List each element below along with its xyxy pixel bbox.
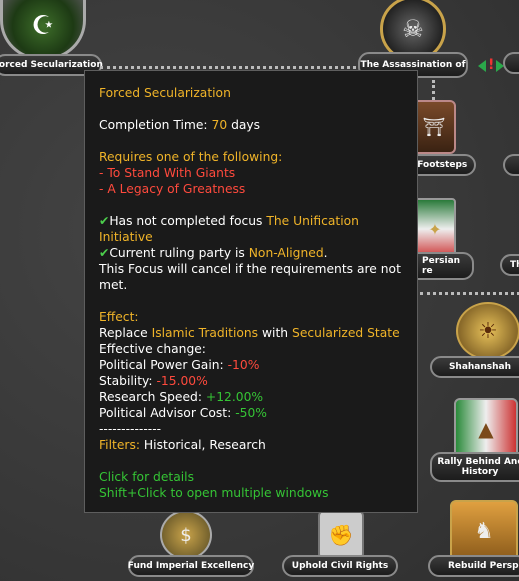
raised-fist-icon: ✊ <box>318 510 364 560</box>
modifier-row: Research Speed: +12.00% <box>99 389 403 405</box>
rebuild-label: Rebuild Perspo <box>428 555 519 577</box>
condition-not-completed: ✔Has not completed focus The Unification… <box>99 213 403 245</box>
requires-item: - A Legacy of Greatness <box>99 182 246 196</box>
focus-connector <box>100 66 380 69</box>
modifier-value: -50% <box>235 406 267 420</box>
exclusive-arrow-left-icon <box>478 60 486 72</box>
cancel-note: This Focus will cancel if the requiremen… <box>99 262 401 292</box>
persian-label-line2: re <box>422 266 433 276</box>
th-partial-text: Th <box>510 260 519 270</box>
effective-change: Effective change: <box>99 342 206 356</box>
right-edge-focus-label <box>503 52 519 74</box>
condition2-text: Current ruling party is <box>109 246 249 260</box>
modifier-value: -15.00% <box>156 374 208 388</box>
assassination-label-line1: The Assassination of <box>360 60 466 70</box>
requires-heading: Requires one of the following: <box>99 150 283 164</box>
persian-banner-icon: ✦ <box>414 198 456 260</box>
lamassu-statue-icon: ♞ <box>450 500 518 562</box>
modifier-row: Stability: -15.00% <box>99 373 403 389</box>
checkmark-icon: ✔ <box>99 246 110 260</box>
forced-secularization-icon: ☪ <box>0 0 86 60</box>
requires-item: - To Stand With Giants <box>99 166 236 180</box>
shrine-icon: ⛩ <box>412 100 456 154</box>
filters-value: Historical, Research <box>140 438 266 452</box>
right-edge-focus-label-2 <box>503 154 519 176</box>
shahanshah-label: Shahanshah <box>430 356 519 378</box>
completion-time-label: Completion Time: <box>99 118 212 132</box>
exclusive-mark-icon: ! <box>488 57 495 73</box>
condition-ruling-party: ✔Current ruling party is Non-Aligned. <box>99 245 403 261</box>
separator: -------------- <box>99 422 162 436</box>
modifier-row: Political Power Gain: -10% <box>99 357 403 373</box>
completion-time: Completion Time: 70 days <box>99 117 403 133</box>
effect-heading: Effect: <box>99 310 139 324</box>
condition2-party: Non-Aligned <box>248 246 324 260</box>
replace-from: Islamic Traditions <box>151 326 259 340</box>
modifier-value: +12.00% <box>205 390 264 404</box>
tooltip-title: Forced Secularization <box>99 86 231 100</box>
modifier-label: Research Speed: <box>99 390 206 404</box>
money-pile-icon: $ <box>160 510 212 560</box>
replace-effect: Replace Islamic Traditions with Seculari… <box>99 325 403 341</box>
lion-sun-emblem-icon: ☀ <box>456 302 519 360</box>
filters-label: Filters: <box>99 438 141 452</box>
modifier-value: -10% <box>227 358 260 372</box>
modifier-label: Stability: <box>99 374 157 388</box>
completion-time-value: 70 <box>211 118 228 132</box>
completion-time-unit: days <box>227 118 261 132</box>
hint-shift-click: Shift+Click to open multiple windows <box>99 486 329 500</box>
replace-mid: with <box>258 326 293 340</box>
section-divider <box>420 292 519 295</box>
uphold-label: Uphold Civil Rights <box>282 555 398 577</box>
modifier-row: Political Advisor Cost: -50% <box>99 405 403 421</box>
hint-click-details: Click for details <box>99 470 194 484</box>
fund-label: Fund Imperial Excellency <box>128 555 254 577</box>
modifier-label: Political Power Gain: <box>99 358 228 372</box>
flag-monument-icon: ▲ <box>454 398 518 460</box>
filters: Filters: Historical, Research <box>99 437 403 453</box>
focus-tooltip: Forced Secularization Completion Time: 7… <box>84 70 418 513</box>
rally-label-line1: Rally Behind Anc <box>437 457 519 467</box>
condition2-suffix: . <box>323 246 328 260</box>
replace-prefix: Replace <box>99 326 152 340</box>
replace-to: Secularized State <box>292 326 400 340</box>
condition1-text: Has not completed focus <box>109 214 267 228</box>
rally-label: Rally Behind Anc History <box>430 452 519 482</box>
modifier-label: Political Advisor Cost: <box>99 406 236 420</box>
th-partial-label: Th <box>500 254 519 276</box>
persian-label-line1: Persian <box>422 256 461 266</box>
rally-label-line2: History <box>461 467 499 477</box>
checkmark-icon: ✔ <box>99 214 110 228</box>
